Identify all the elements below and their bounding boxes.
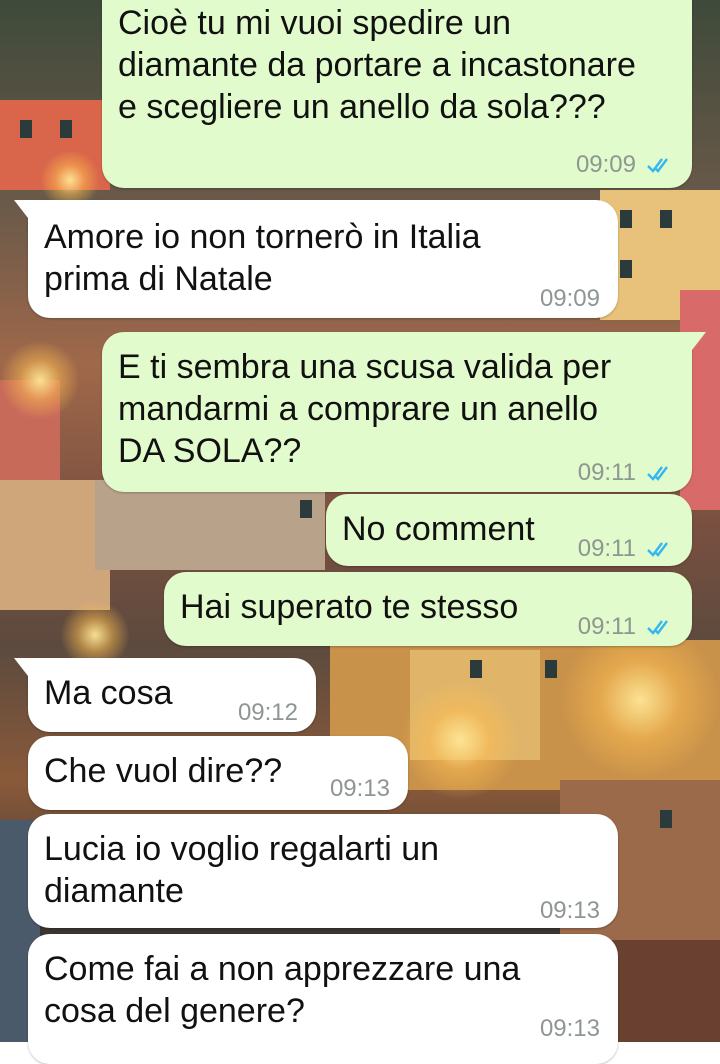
message-text: Hai superato te stesso xyxy=(180,588,519,626)
read-ticks-icon xyxy=(647,466,668,481)
read-ticks-icon xyxy=(647,620,668,635)
outgoing-message[interactable]: No comment 09:11 xyxy=(326,494,692,566)
message-list[interactable]: Cioè tu mi vuoi spedire un diamante da p… xyxy=(0,0,720,1064)
read-ticks-icon xyxy=(647,158,668,173)
message-text: Amore io non tornerò in Italia prima di … xyxy=(44,218,481,298)
message-text: Lucia io voglio regalarti un diamante xyxy=(44,830,440,910)
incoming-message[interactable]: Che vuol dire?? 09:13 xyxy=(28,736,408,810)
message-time: 09:13 xyxy=(329,775,390,802)
incoming-message[interactable]: Come fai a non apprezzare una cosa del g… xyxy=(28,934,618,1064)
message-text: Che vuol dire?? xyxy=(44,752,283,790)
message-text: Ma cosa xyxy=(44,674,173,712)
outgoing-message[interactable]: Cioè tu mi vuoi spedire un diamante da p… xyxy=(102,0,692,188)
message-time: 09:11 xyxy=(577,535,636,562)
message-time: 09:12 xyxy=(237,699,298,726)
incoming-message[interactable]: Lucia io voglio regalarti un diamante 09… xyxy=(28,814,618,928)
message-time: 09:13 xyxy=(539,1015,600,1042)
read-ticks-icon xyxy=(647,542,668,557)
message-time: 09:09 xyxy=(575,151,636,178)
incoming-message[interactable]: Amore io non tornerò in Italia prima di … xyxy=(14,200,618,318)
message-text: No comment xyxy=(342,510,535,548)
incoming-message[interactable]: Ma cosa 09:12 xyxy=(14,658,316,732)
message-time: 09:09 xyxy=(539,285,600,312)
message-time: 09:11 xyxy=(577,459,636,486)
message-time: 09:11 xyxy=(577,613,636,640)
outgoing-message[interactable]: E ti sembra una scusa valida per mandarm… xyxy=(102,332,706,492)
outgoing-message[interactable]: Hai superato te stesso 09:11 xyxy=(164,572,692,646)
message-text: Cioè tu mi vuoi spedire un diamante da p… xyxy=(118,4,636,126)
message-text: Come fai a non apprezzare una cosa del g… xyxy=(44,950,521,1030)
message-time: 09:13 xyxy=(539,897,600,924)
message-text: E ti sembra una scusa valida per mandarm… xyxy=(118,348,612,470)
